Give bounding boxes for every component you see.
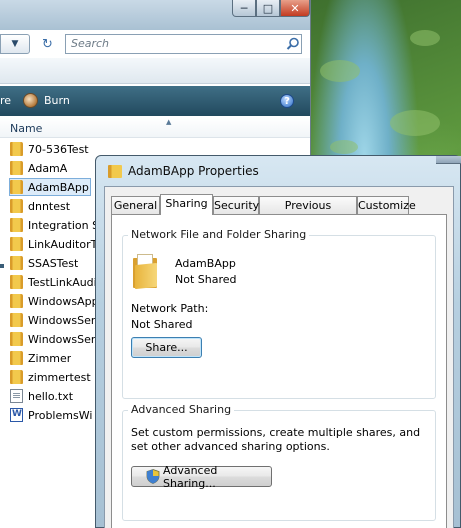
tab-strip: General Sharing Security Previous Versio…	[111, 194, 451, 225]
tab-sharing[interactable]: Sharing	[160, 194, 213, 215]
search-input[interactable]: Search	[65, 34, 302, 54]
burn-disc-icon[interactable]	[23, 93, 38, 108]
file-name: ProblemsWi	[28, 408, 93, 422]
list-item[interactable]: AdamBApp	[9, 178, 91, 196]
close-button[interactable]: ✕	[280, 0, 310, 17]
text-file-icon	[10, 389, 23, 403]
file-name: hello.txt	[28, 389, 74, 403]
folder-icon	[10, 332, 23, 346]
folder-icon	[10, 161, 23, 175]
folder-icon	[10, 142, 23, 156]
close-icon: ✕	[290, 1, 300, 15]
sort-ascending-icon: ▲	[166, 118, 172, 126]
file-name: Zimmer	[28, 351, 72, 365]
word-document-icon	[10, 408, 23, 422]
file-name: 70-536Test	[28, 142, 89, 156]
group-title: Advanced Sharing	[128, 403, 235, 416]
recent-pages-button[interactable]: ▼	[0, 34, 30, 54]
file-name: TestLinkAudi	[28, 275, 97, 289]
folder-status-label: Not Shared	[175, 273, 237, 286]
explorer-titlebar[interactable]: ─ □ ✕	[0, 0, 310, 30]
share-toolbar-button[interactable]: re	[0, 94, 11, 107]
search-icon[interactable]	[286, 37, 300, 51]
column-header-label: Name	[10, 122, 43, 135]
uac-shield-icon	[146, 469, 160, 484]
folder-icon	[10, 275, 23, 289]
network-sharing-group: Network File and Folder Sharing AdamBApp…	[122, 228, 436, 399]
folder-icon	[10, 199, 23, 213]
file-name: AdamA	[28, 161, 68, 175]
tab-previous-versions[interactable]: Previous Versions	[259, 196, 357, 225]
refresh-button[interactable]: ↻	[35, 34, 60, 54]
tab-customize[interactable]: Customize	[357, 196, 416, 214]
column-header-name[interactable]: ▲ Name	[0, 118, 310, 138]
network-path-value: Not Shared	[131, 318, 193, 331]
maximize-icon: □	[262, 1, 274, 15]
file-name: zimmertest	[28, 370, 91, 384]
folder-icon	[10, 256, 23, 270]
file-name: WindowsApp	[28, 294, 99, 308]
pane-divider-marker	[0, 264, 4, 268]
folder-icon	[10, 237, 23, 251]
dialog-title: AdamBApp Properties	[128, 164, 259, 178]
file-name: WindowsSer	[28, 332, 96, 346]
folder-icon	[10, 180, 23, 194]
command-toolbar: re Burn ?	[0, 86, 310, 116]
menu-strip	[0, 58, 310, 84]
advanced-sharing-group: Advanced Sharing Set custom permissions,…	[122, 403, 436, 521]
minimize-icon: ─	[240, 1, 248, 15]
help-icon[interactable]: ?	[280, 94, 294, 108]
group-title: Network File and Folder Sharing	[128, 228, 310, 241]
tab-general[interactable]: General	[111, 196, 160, 214]
folder-icon	[10, 313, 23, 327]
file-name: AdamBApp	[28, 180, 89, 194]
folder-icon	[108, 165, 122, 178]
refresh-icon: ↻	[42, 36, 53, 52]
folder-icon	[10, 294, 23, 308]
file-name: Integration S	[28, 218, 100, 232]
folder-name-label: AdamBApp	[175, 257, 236, 270]
file-name: WindowsSer	[28, 313, 96, 327]
advanced-sharing-button[interactable]: Advanced Sharing...	[131, 463, 272, 490]
minimize-button[interactable]: ─	[232, 0, 256, 17]
burn-toolbar-button[interactable]: Burn	[44, 94, 70, 107]
folder-icon	[10, 351, 23, 365]
sharing-tab-panel: Network File and Folder Sharing AdamBApp…	[111, 214, 447, 528]
file-name: LinkAuditorT	[28, 237, 98, 251]
advanced-sharing-description: Set custom permissions, create multiple …	[131, 426, 421, 453]
network-path-label: Network Path:	[131, 302, 209, 315]
share-button[interactable]: Share...	[131, 337, 202, 358]
folder-icon	[10, 218, 23, 232]
folder-icon	[10, 370, 23, 384]
maximize-button[interactable]: □	[256, 0, 280, 17]
dialog-caption-button[interactable]	[436, 156, 461, 164]
advanced-sharing-button-label: Advanced Sharing...	[163, 463, 218, 490]
chevron-down-icon: ▼	[11, 39, 19, 49]
file-name: SSASTest	[28, 256, 79, 270]
shared-folder-icon	[133, 254, 159, 290]
file-name: dnntest	[28, 199, 71, 213]
properties-dialog: AdamBApp Properties General Sharing Secu…	[95, 155, 461, 528]
navigation-bar: ▼ ↻ Search	[0, 32, 310, 56]
dialog-body: General Sharing Security Previous Versio…	[104, 186, 454, 528]
tab-security[interactable]: Security	[213, 196, 259, 214]
